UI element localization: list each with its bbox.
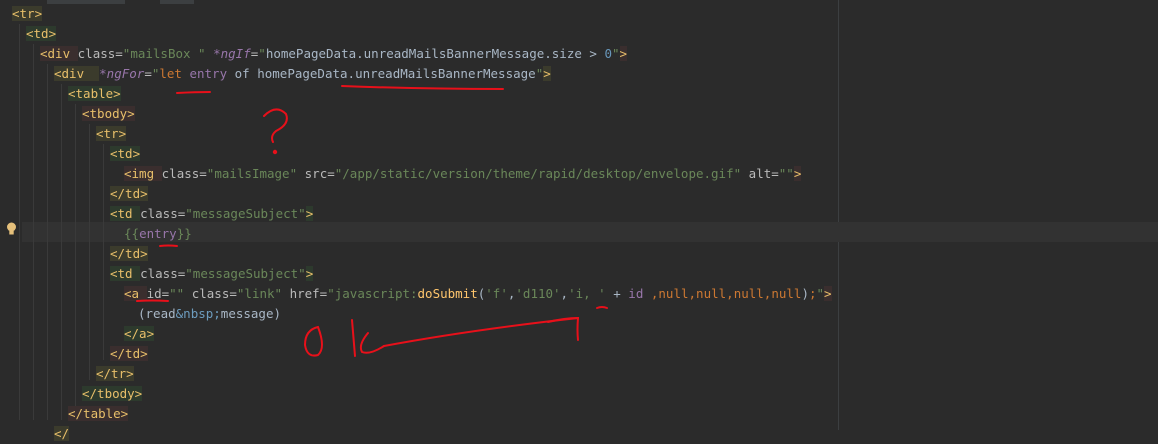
underline-entry-binding — [159, 244, 178, 247]
question-mark-dot — [272, 149, 278, 155]
arrow-head — [547, 316, 580, 341]
question-mark-stroke — [263, 108, 288, 143]
letter-k-arm — [359, 332, 385, 354]
code-editor[interactable]: <tr> <td> <div class="mailsBox " *ngIf="ho… — [0, 0, 1158, 441]
letter-o — [303, 325, 323, 357]
underline-unreadMailsBannerMessage — [341, 85, 504, 90]
hand-annotations — [136, 85, 608, 357]
underline-entry — [176, 91, 211, 94]
letter-k-stem — [351, 319, 356, 357]
underline-id-attr — [136, 299, 169, 302]
underline-id-var — [596, 306, 608, 309]
